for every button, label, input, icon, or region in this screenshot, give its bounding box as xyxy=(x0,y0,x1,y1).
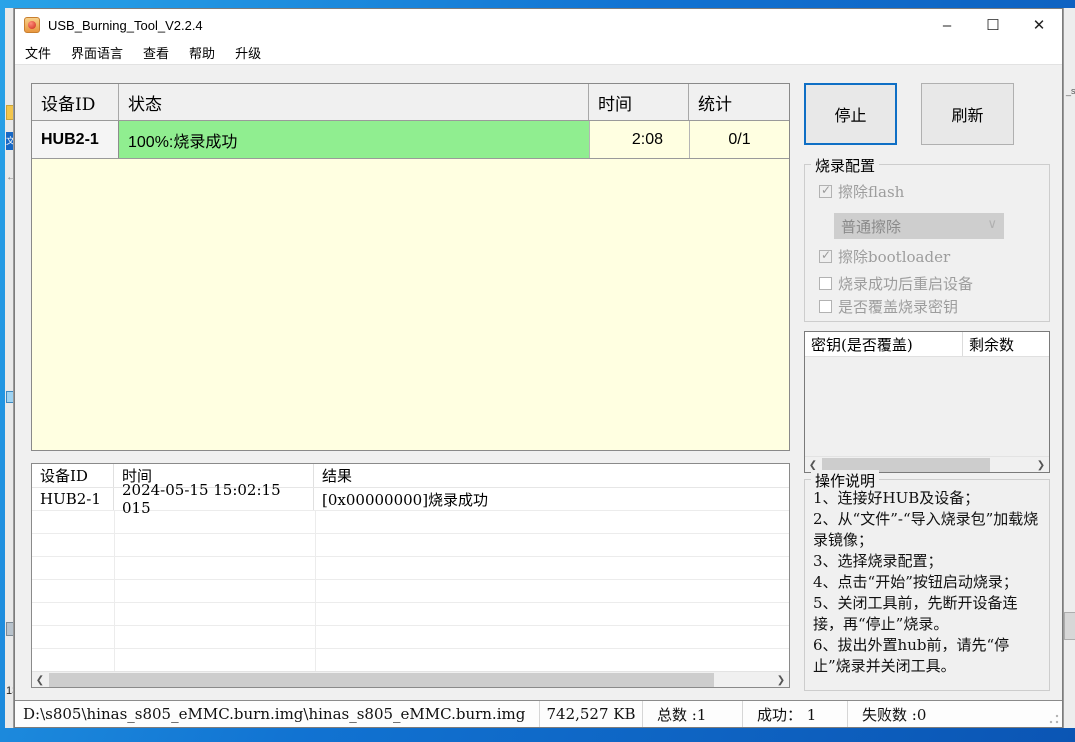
elapsed-time-cell: 2:08 xyxy=(589,121,689,158)
menu-upgrade[interactable]: 升级 xyxy=(225,41,271,64)
log-result-cell: [0x00000000]烧录成功 xyxy=(322,490,489,509)
column-header-result: 结果 xyxy=(322,467,353,485)
failed-count: 失败数 :0 xyxy=(862,705,927,724)
log-table-hscrollbar[interactable]: ❮ ❯ xyxy=(32,671,789,687)
log-device-id-cell: HUB2-1 xyxy=(32,488,114,510)
device-id-cell: HUB2-1 xyxy=(32,121,119,158)
stats-cell: 0/1 xyxy=(689,121,789,158)
grid-line xyxy=(32,602,789,603)
instruction-line: 2、从“文件”-“导入烧录包”加载烧录镜像； xyxy=(813,510,1039,549)
column-header-key: 密钥(是否覆盖) xyxy=(805,332,963,356)
window-title: USB_Burning_Tool_V2.2.4 xyxy=(48,17,203,33)
grid-line xyxy=(32,625,789,626)
menu-view[interactable]: 查看 xyxy=(133,41,179,64)
instruction-line: 3、选择烧录配置； xyxy=(813,552,943,570)
erase-flash-checkbox[interactable]: 擦除flash xyxy=(819,181,904,202)
erase-mode-value: 普通擦除 xyxy=(841,217,902,236)
grid-line xyxy=(32,533,789,534)
background-page-number: 13 xyxy=(6,685,13,697)
grid-line xyxy=(32,556,789,557)
minimize-button[interactable]: – xyxy=(924,9,970,41)
translate-icon: 文 xyxy=(6,132,13,150)
resize-grip[interactable] xyxy=(1049,714,1059,724)
clipped-panel xyxy=(1064,612,1075,640)
column-header-remaining: 剩余数 xyxy=(969,335,1015,354)
stop-button[interactable]: 停止 xyxy=(804,83,897,145)
refresh-button[interactable]: 刷新 xyxy=(921,83,1014,145)
back-arrow-icon: ← xyxy=(6,170,13,184)
grid-line xyxy=(315,511,316,671)
instruction-line: 5、关闭工具前，先断开设备连接，再“停止”烧录。 xyxy=(813,594,1018,633)
checkbox-checked-icon xyxy=(819,183,832,198)
log-row[interactable]: HUB2-1 2024-05-15 15:02:15 015 [0x000000… xyxy=(32,481,789,517)
reboot-after-checkbox[interactable]: 烧录成功后重启设备 xyxy=(819,273,973,294)
grid-line xyxy=(32,579,789,580)
total-count: 总数 :1 xyxy=(643,701,743,727)
instruction-line: 4、点击“开始”按钮启动烧录； xyxy=(813,573,1018,591)
column-header-device-id: 设备ID xyxy=(32,84,119,120)
checkbox-unchecked-icon xyxy=(819,300,832,313)
erase-flash-label: 擦除flash xyxy=(838,183,905,201)
column-header-device-id: 设备ID xyxy=(32,464,114,487)
maximize-button[interactable]: ☐ xyxy=(970,9,1016,41)
scroll-right-icon[interactable]: ❯ xyxy=(773,672,789,688)
grid-line xyxy=(114,511,115,671)
monitor-icon xyxy=(6,622,13,636)
key-table: 密钥(是否覆盖) 剩余数 ❮ ❯ xyxy=(804,331,1050,473)
close-button[interactable]: ✕ xyxy=(1016,9,1062,41)
log-table-empty-area xyxy=(32,511,789,671)
instructions-text: 1、连接好HUB及设备； 2、从“文件”-“导入烧录包”加载烧录镜像； 3、选择… xyxy=(813,488,1043,677)
clipped-text: _s xyxy=(1066,86,1075,96)
checkbox-checked-icon xyxy=(819,248,832,263)
overwrite-key-checkbox[interactable]: 是否覆盖烧录密钥 xyxy=(819,296,958,317)
device-row[interactable]: HUB2-1 100%:烧录成功 2:08 0/1 xyxy=(32,121,789,159)
burn-config-title: 烧录配置 xyxy=(811,155,880,176)
burn-config-group: 烧录配置 擦除flash 普通擦除 ∨ 擦除bootloader 烧录成功后重启… xyxy=(804,155,1050,322)
image-path: D:\s805\hinas_s805_eMMC.burn.img\hinas_s… xyxy=(15,701,540,727)
overwrite-key-label: 是否覆盖烧录密钥 xyxy=(838,298,959,316)
titlebar[interactable]: USB_Burning_Tool_V2.2.4 – ☐ ✕ xyxy=(15,9,1062,41)
column-header-status: 状态 xyxy=(119,84,589,120)
key-table-body xyxy=(805,357,1049,456)
key-table-header: 密钥(是否覆盖) 剩余数 xyxy=(805,332,1049,357)
result-log-table: 设备ID 时间 结果 HUB2-1 2024-05-15 15:02:15 01… xyxy=(31,463,790,688)
instructions-group: 操作说明 1、连接好HUB及设备； 2、从“文件”-“导入烧录包”加载烧录镜像；… xyxy=(804,470,1050,691)
image-size: 742,527 KB xyxy=(540,701,643,727)
checkbox-unchecked-icon xyxy=(819,277,832,290)
device-table-header: 设备ID 状态 时间 统计 xyxy=(32,84,789,121)
instruction-line: 6、拔出外置hub前，请先“停止”烧录并关闭工具。 xyxy=(813,636,1010,675)
menu-file[interactable]: 文件 xyxy=(15,41,61,64)
menubar: 文件 界面语言 查看 帮助 升级 xyxy=(15,41,1062,64)
erase-mode-dropdown[interactable]: 普通擦除 ∨ xyxy=(834,213,1004,239)
usb-burning-tool-window: USB_Burning_Tool_V2.2.4 – ☐ ✕ 文件 界面语言 查看… xyxy=(14,8,1063,728)
column-header-stats: 统计 xyxy=(698,94,732,115)
log-time-cell: 2024-05-15 15:02:15 015 xyxy=(114,481,314,517)
menu-help[interactable]: 帮助 xyxy=(179,41,225,64)
folder-icon xyxy=(6,105,13,120)
divider xyxy=(15,64,1062,65)
background-window-left-sliver: 文 ← 13 xyxy=(5,8,14,728)
instruction-line: 1、连接好HUB及设备； xyxy=(813,489,980,507)
window-controls: – ☐ ✕ xyxy=(924,9,1062,41)
app-icon xyxy=(24,17,40,33)
burn-progress-cell: 100%:烧录成功 xyxy=(119,121,589,158)
column-header-time: 时间 xyxy=(589,84,689,120)
background-window-right-sliver: _s xyxy=(1063,8,1075,728)
erase-bootloader-checkbox[interactable]: 擦除bootloader xyxy=(819,246,950,267)
device-progress-table: 设备ID 状态 时间 统计 HUB2-1 100%:烧录成功 2:08 0/1 xyxy=(31,83,790,451)
success-count: 成功： 1 xyxy=(743,701,848,727)
reboot-after-label: 烧录成功后重启设备 xyxy=(838,275,974,293)
status-bar: D:\s805\hinas_s805_eMMC.burn.img\hinas_s… xyxy=(15,700,1062,727)
scroll-left-icon[interactable]: ❮ xyxy=(32,672,48,688)
menu-language[interactable]: 界面语言 xyxy=(61,41,133,64)
erase-bootloader-label: 擦除bootloader xyxy=(838,248,951,266)
grid-line xyxy=(32,648,789,649)
scrollbar-thumb[interactable] xyxy=(49,673,714,687)
scroll-right-icon[interactable]: ❯ xyxy=(1033,457,1049,473)
chevron-down-icon: ∨ xyxy=(987,217,997,232)
monitor-icon xyxy=(6,391,13,403)
